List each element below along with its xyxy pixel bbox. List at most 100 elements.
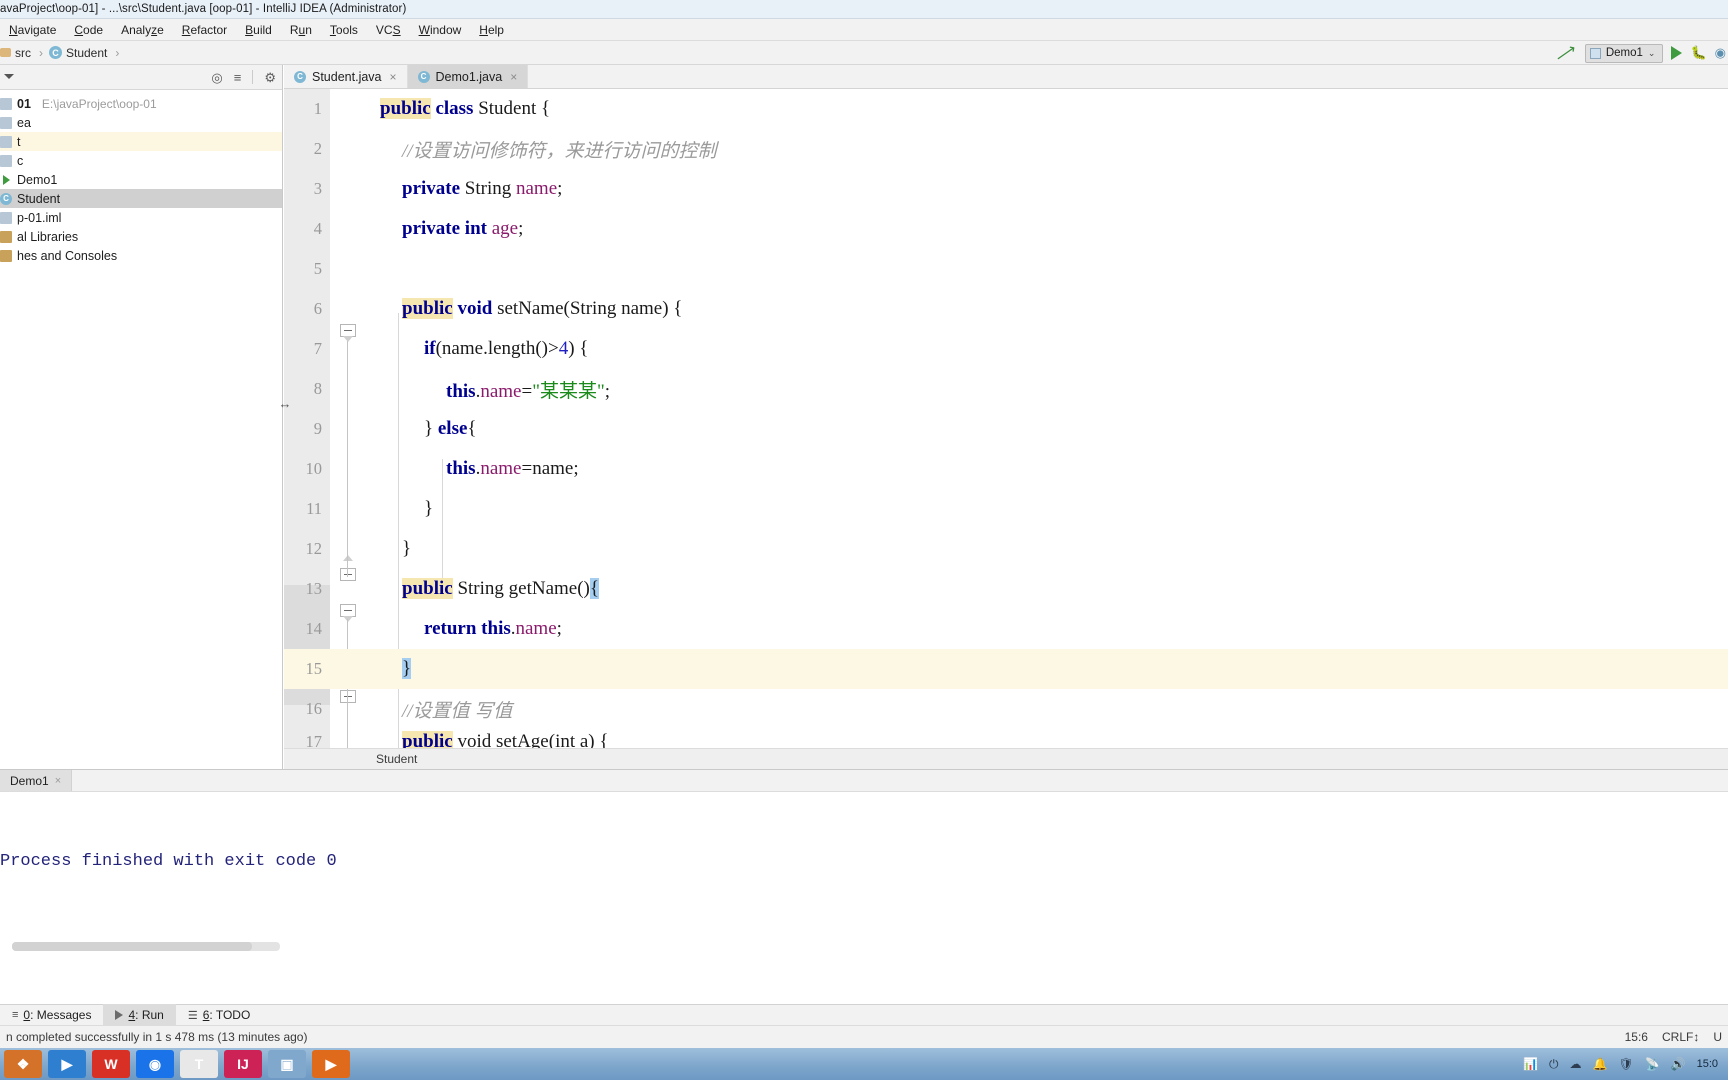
run-icon[interactable]: [1671, 46, 1683, 60]
close-icon[interactable]: ×: [390, 70, 397, 84]
project-tool-window: ◎ ≡ ⚙ 01 E:\javaProject\oop-01 ea t c Demo1 C S…: [0, 65, 283, 778]
code-line[interactable]: 3 private String name;: [284, 169, 1728, 209]
explorer-button[interactable]: ▣: [268, 1050, 306, 1078]
menu-item-refactor[interactable]: Refactor: [173, 21, 236, 39]
taskbar-clock[interactable]: 15:0: [1697, 1058, 1718, 1070]
tree-node[interactable]: c: [0, 151, 282, 170]
java-runnable-icon: [0, 174, 12, 186]
chart-icon[interactable]: 📊: [1523, 1057, 1538, 1071]
code-token: }: [402, 658, 412, 679]
line-separator[interactable]: CRLF↕: [1662, 1030, 1699, 1044]
code-line[interactable]: 7 if(name.length()>4) {: [284, 329, 1728, 369]
code-line[interactable]: 4 private int age;: [284, 209, 1728, 249]
menu-item-analyze[interactable]: Analyze: [112, 21, 173, 39]
breadcrumb-item-src[interactable]: src ›: [0, 46, 49, 60]
video-button[interactable]: ▶: [312, 1050, 350, 1078]
menu-item-run[interactable]: Run: [281, 21, 321, 39]
editor-bottom-breadcrumb[interactable]: Student: [284, 748, 1728, 769]
tree-node[interactable]: Demo1: [0, 170, 282, 189]
editor-area: C Student.java × C Demo1.java × 1 public…: [284, 65, 1728, 778]
code-line[interactable]: 15}: [284, 649, 1728, 689]
line-number: 2: [313, 139, 322, 158]
menu-item-tools[interactable]: Tools: [321, 21, 367, 39]
settings-gear-icon[interactable]: ⚙: [264, 71, 276, 84]
debug-icon[interactable]: 🐛: [1690, 45, 1706, 61]
system-tray: 📊 ⏻ ☁ 🔔 🛡 📡 🔊 15:0: [1523, 1057, 1724, 1072]
target-icon[interactable]: ◎: [211, 71, 222, 84]
close-icon[interactable]: ×: [55, 775, 61, 787]
code-line[interactable]: 9} else{: [284, 409, 1728, 449]
run-configuration-selector[interactable]: Demo1 ⌄: [1584, 43, 1664, 63]
tree-node[interactable]: p-01.iml: [0, 208, 282, 227]
network-icon[interactable]: 📡: [1645, 1057, 1660, 1071]
menu-item-code[interactable]: Code: [65, 21, 112, 39]
run-tab-demo1[interactable]: Demo1 ×: [0, 770, 73, 791]
code-text: //设置值 写值: [402, 696, 512, 723]
close-icon[interactable]: ×: [510, 70, 517, 84]
code-token: ;: [518, 218, 524, 239]
coverage-icon[interactable]: ◉: [1715, 45, 1726, 61]
code-line[interactable]: 1 public class Student {: [284, 89, 1728, 129]
tree-node[interactable]: hes and Consoles: [0, 246, 282, 265]
code-line[interactable]: 2 //设置访问修饰符，来进行访问的控制: [284, 129, 1728, 169]
code-line[interactable]: 8 this.name="某某某";: [284, 369, 1728, 409]
menu-item-build[interactable]: Build: [236, 21, 281, 39]
window-title: avaProject\oop-01] - ...\src\Student.jav…: [0, 3, 407, 15]
console-horizontal-scrollbar[interactable]: [12, 942, 280, 951]
console-output-panel[interactable]: Process finished with exit code 0: [0, 792, 1728, 955]
code-line[interactable]: 6 public void setName(String name) {: [284, 289, 1728, 329]
media-player-button[interactable]: ▶: [48, 1050, 86, 1078]
code-token: name: [480, 380, 522, 402]
menu-item-navigate[interactable]: Navigate: [0, 21, 65, 39]
tool-window-button-run[interactable]: 4: Run: [103, 1004, 176, 1026]
browser-button[interactable]: ◉: [136, 1050, 174, 1078]
tree-node[interactable]: ea: [0, 113, 282, 132]
chevron-down-icon[interactable]: [4, 74, 14, 79]
code-token: ;: [604, 380, 610, 402]
intellij-button[interactable]: IJ: [224, 1050, 262, 1078]
menu-item-help[interactable]: Help: [470, 21, 513, 39]
code-token: "某某某": [532, 380, 605, 402]
up-left-arrow-icon[interactable]: ⟶: [1552, 39, 1580, 66]
code-token: =: [521, 380, 533, 402]
usb-icon[interactable]: ⏻: [1549, 1057, 1559, 1072]
code-line[interactable]: 10 this.name=name;: [284, 449, 1728, 489]
caret-position[interactable]: 15:6: [1625, 1030, 1648, 1044]
wps-button[interactable]: W: [92, 1050, 130, 1078]
menu-item-window[interactable]: Window: [410, 21, 471, 39]
code-token: Student {: [473, 98, 551, 119]
start-button[interactable]: ❖: [4, 1050, 42, 1078]
editor-tab-demo1-java[interactable]: C Demo1.java ×: [407, 65, 529, 88]
tree-node-label: al Libraries: [17, 229, 79, 244]
notes-button[interactable]: T: [180, 1050, 218, 1078]
tree-node[interactable]: 01 E:\javaProject\oop-01: [0, 94, 282, 113]
scrollbar-thumb[interactable]: [12, 942, 252, 951]
code-line[interactable]: 14 return this.name;: [284, 609, 1728, 649]
collapse-all-icon[interactable]: ≡: [234, 71, 242, 84]
code-line[interactable]: 16 //设置值 写值: [284, 689, 1728, 729]
bell-icon[interactable]: 🔔: [1592, 1057, 1607, 1071]
tool-window-button-todo[interactable]: ☰ 6: TODO: [176, 1004, 262, 1026]
encoding-indicator[interactable]: U: [1713, 1030, 1722, 1044]
editor-tab-student-java[interactable]: C Student.java ×: [284, 65, 408, 88]
tool-window-button-messages[interactable]: ≡ 0: Messages: [0, 1004, 103, 1026]
tool-window-label: 4: Run: [128, 1008, 164, 1022]
code-line[interactable]: 12}: [284, 529, 1728, 569]
tree-node-label: ea: [17, 115, 31, 130]
panel-splitter-handle[interactable]: ↔: [277, 395, 293, 411]
run-tab-label: Demo1: [10, 773, 49, 788]
breadcrumb-item-student[interactable]: C Student ›: [49, 46, 125, 60]
menu-item-vcs[interactable]: VCS: [367, 21, 410, 39]
java-class-icon: C: [294, 70, 306, 83]
code-line[interactable]: 13 public String getName(){: [284, 569, 1728, 609]
code-editor[interactable]: 1 public class Student { 2 //设置访问修饰符，来进行访问的…: [284, 89, 1728, 756]
code-token: //设置访问修饰符，来进行访问的控制: [402, 140, 717, 162]
volume-icon[interactable]: 🔊: [1671, 1057, 1686, 1071]
tree-node[interactable]: C Student: [0, 189, 282, 208]
tree-node[interactable]: t: [0, 132, 282, 151]
shield-icon[interactable]: 🛡: [1618, 1057, 1633, 1071]
cloud-icon[interactable]: ☁: [1569, 1057, 1581, 1071]
code-line[interactable]: 11}: [284, 489, 1728, 529]
tree-node[interactable]: al Libraries: [0, 227, 282, 246]
code-line[interactable]: 5: [284, 249, 1728, 289]
